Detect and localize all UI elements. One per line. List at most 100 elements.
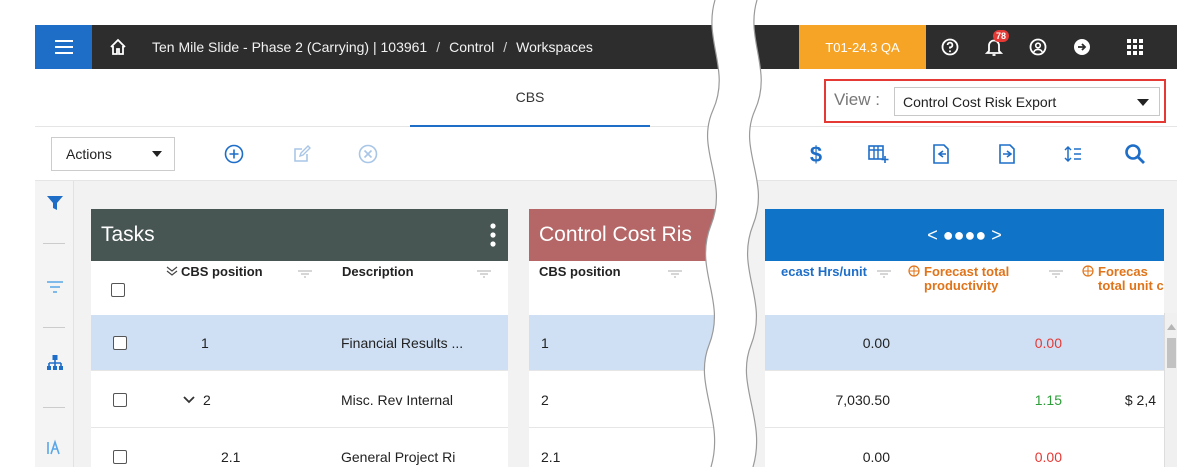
forecast-unit-cost-cell bbox=[1076, 429, 1164, 467]
view-dropdown-value: Control Cost Risk Export bbox=[903, 93, 1057, 110]
row-checkbox[interactable] bbox=[113, 336, 127, 350]
hierarchy-icon bbox=[47, 355, 63, 370]
import-icon bbox=[933, 144, 949, 164]
forecast-hrs-cell: 0.00 bbox=[862, 335, 890, 351]
hamburger-icon bbox=[54, 40, 73, 54]
column-filter-icon[interactable] bbox=[667, 269, 683, 279]
table-row[interactable]: 7,030.50 1.15 $ 2,4 bbox=[765, 372, 1164, 428]
table-row[interactable]: 2.1 General Project Ri bbox=[91, 429, 508, 467]
import-button[interactable] bbox=[926, 139, 956, 169]
cbs-position-header-label: CBS position bbox=[181, 264, 263, 279]
add-column-button[interactable] bbox=[863, 139, 893, 169]
description-cell: Financial Results ... bbox=[341, 335, 464, 351]
select-all-checkbox[interactable] bbox=[111, 283, 125, 297]
search-button[interactable] bbox=[1120, 139, 1150, 169]
collapse-all-icon[interactable] bbox=[166, 265, 178, 277]
toolbar: Actions $ bbox=[35, 127, 1177, 181]
menu-button[interactable] bbox=[35, 25, 92, 69]
export-button[interactable] bbox=[992, 139, 1022, 169]
chevron-down-icon bbox=[152, 151, 162, 157]
rail-divider bbox=[43, 407, 65, 408]
scrollbar-thumb[interactable] bbox=[1167, 338, 1176, 368]
breadcrumb-workspaces[interactable]: Workspaces bbox=[516, 39, 593, 55]
user-circle-icon bbox=[1029, 38, 1047, 56]
row-checkbox[interactable] bbox=[113, 450, 127, 464]
column-header-cbs-position[interactable]: CBS position bbox=[533, 261, 703, 313]
svg-text:$: $ bbox=[810, 142, 822, 166]
forecast-unit-cost-cell bbox=[1076, 315, 1164, 371]
control-cost-risk-title: Control Cost Ris bbox=[539, 223, 692, 246]
cbs-position-cell: 2 bbox=[541, 392, 549, 408]
text-tool-button[interactable] bbox=[43, 435, 67, 459]
logout-button[interactable] bbox=[1062, 25, 1102, 69]
table-row[interactable]: 0.00 0.00 bbox=[765, 429, 1164, 467]
logout-icon bbox=[1074, 39, 1090, 55]
environment-badge: T01-24.3 QA bbox=[799, 25, 926, 69]
edit-icon bbox=[294, 145, 311, 162]
breadcrumb-separator: / bbox=[436, 39, 441, 55]
user-profile-button[interactable] bbox=[1018, 25, 1058, 69]
edit-button[interactable] bbox=[287, 139, 317, 169]
filter-button[interactable] bbox=[43, 191, 67, 215]
forecast-productivity-header-label: Forecast total productivity bbox=[924, 264, 1010, 293]
apps-button[interactable] bbox=[1115, 25, 1155, 69]
column-filter-icon[interactable] bbox=[297, 269, 313, 279]
help-button[interactable] bbox=[930, 25, 970, 69]
dollar-icon: $ bbox=[810, 142, 822, 166]
table-row[interactable]: 2 Misc. Rev Internal bbox=[91, 372, 508, 428]
add-column-icon bbox=[868, 145, 889, 163]
top-navigation-bar: Ten Mile Slide - Phase 2 (Carrying) | 10… bbox=[35, 25, 1177, 69]
table-row[interactable]: 1 Financial Results ... bbox=[91, 315, 508, 371]
delete-button[interactable] bbox=[353, 139, 383, 169]
row-checkbox-cell bbox=[113, 372, 127, 428]
cbs-position-cell: 1 bbox=[201, 335, 209, 351]
notifications-button[interactable]: 78 bbox=[974, 25, 1014, 69]
search-icon bbox=[1125, 144, 1145, 164]
vertical-scrollbar[interactable] bbox=[1164, 313, 1177, 467]
table-row[interactable]: 0.00 0.00 bbox=[765, 315, 1164, 371]
description-cell: General Project Ri bbox=[341, 449, 456, 465]
breadcrumb-control[interactable]: Control bbox=[449, 39, 494, 55]
column-header-description[interactable]: Description bbox=[336, 261, 500, 313]
column-filter-icon[interactable] bbox=[876, 269, 892, 279]
hierarchy-button[interactable] bbox=[43, 351, 67, 375]
breadcrumb-separator: / bbox=[503, 39, 508, 55]
sort-button[interactable] bbox=[1058, 139, 1088, 169]
breadcrumb-project[interactable]: Ten Mile Slide - Phase 2 (Carrying) | 10… bbox=[152, 39, 427, 55]
description-header-label: Description bbox=[342, 264, 414, 279]
view-label: View : bbox=[834, 90, 880, 109]
forecast-hrs-cell: 0.00 bbox=[862, 449, 890, 465]
column-header-cbs-position[interactable]: CBS position bbox=[161, 261, 321, 313]
globe-icon bbox=[1082, 265, 1094, 277]
forecast-unit-cost-cell: $ 2,4 bbox=[1124, 392, 1156, 408]
select-all-header bbox=[91, 261, 149, 313]
column-filter-icon[interactable] bbox=[476, 269, 492, 279]
chevron-down-icon[interactable] bbox=[183, 395, 195, 405]
filter-lines-icon bbox=[47, 281, 63, 293]
column-header-forecast-unit-cost[interactable]: Forecas total unit c bbox=[1076, 261, 1164, 313]
column-filter-icon[interactable] bbox=[1048, 269, 1064, 279]
cost-button[interactable]: $ bbox=[801, 139, 831, 169]
scroll-up-icon[interactable] bbox=[1167, 323, 1176, 330]
view-dropdown[interactable]: Control Cost Risk Export bbox=[894, 87, 1160, 116]
column-header-forecast-hrs[interactable]: ecast Hrs/unit bbox=[775, 261, 900, 313]
add-button[interactable] bbox=[219, 139, 249, 169]
panel-pager[interactable]: < ●●●● > bbox=[927, 225, 1002, 246]
view-selector-highlight: View : Control Cost Risk Export bbox=[824, 79, 1166, 123]
notification-count-badge: 78 bbox=[992, 30, 1009, 42]
forecast-hrs-cell: 7,030.50 bbox=[835, 392, 891, 408]
row-checkbox[interactable] bbox=[113, 393, 127, 407]
forecast-hrs-header-label: ecast Hrs/unit bbox=[781, 264, 867, 279]
filter-lines-button[interactable] bbox=[43, 275, 67, 299]
actions-dropdown[interactable]: Actions bbox=[51, 137, 175, 171]
cbs-position-cell: 2.1 bbox=[541, 449, 561, 465]
more-vertical-icon[interactable] bbox=[490, 223, 496, 247]
tab-cbs[interactable]: CBS bbox=[410, 69, 650, 127]
column-header-forecast-productivity[interactable]: Forecast total productivity bbox=[902, 261, 1072, 313]
tasks-panel: Tasks CBS position Description 1 Financi… bbox=[91, 209, 508, 467]
chevron-down-icon bbox=[1137, 99, 1149, 106]
description-cell: Misc. Rev Internal bbox=[341, 392, 454, 408]
text-style-icon bbox=[47, 439, 60, 455]
home-button[interactable] bbox=[92, 25, 144, 69]
breadcrumb: Ten Mile Slide - Phase 2 (Carrying) | 10… bbox=[152, 25, 593, 69]
